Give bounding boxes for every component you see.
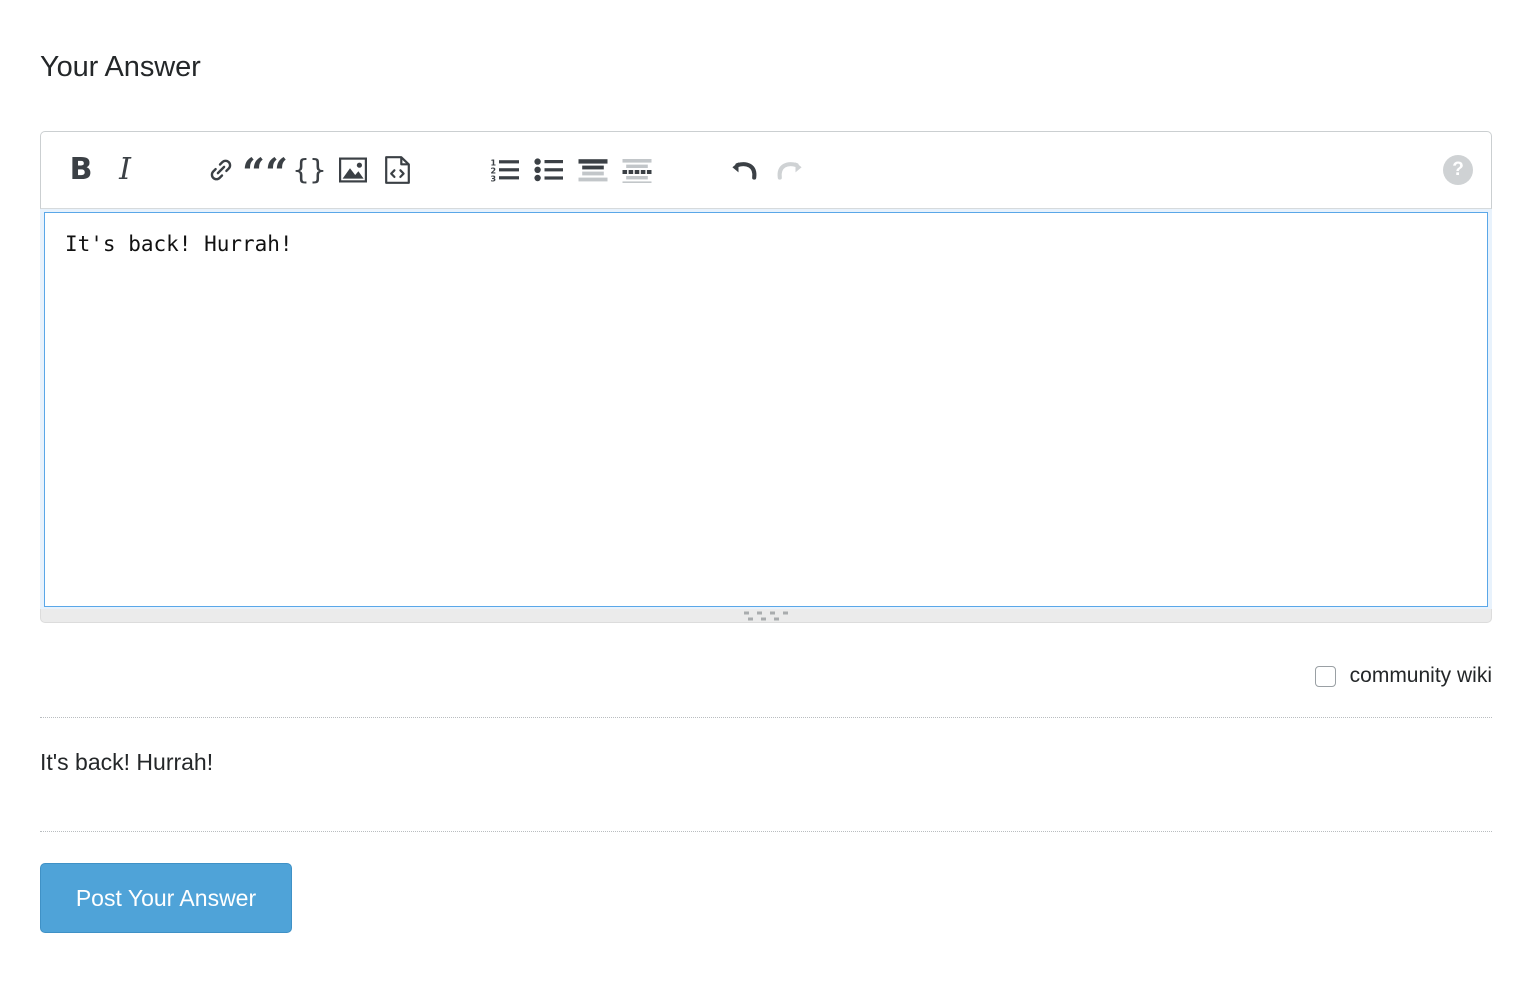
toolbar-group-text-style: B I bbox=[59, 148, 147, 192]
blockquote-icon[interactable]: ““ bbox=[242, 148, 288, 194]
heading-icon[interactable] bbox=[571, 148, 615, 192]
toolbar-group-insert: ““ {} bbox=[199, 148, 419, 194]
resize-grip-icon bbox=[744, 611, 788, 620]
editor-toolbar: B I ““ {} 1 2 3 ? bbox=[40, 131, 1492, 209]
community-wiki-checkbox[interactable] bbox=[1314, 665, 1336, 687]
italic-glyph: I bbox=[119, 152, 131, 187]
redo-icon[interactable] bbox=[767, 148, 811, 192]
answer-editor-page: Your Answer B I ““ {} 1 2 3 ? It's back!… bbox=[0, 0, 1524, 982]
horizontal-rule-icon[interactable] bbox=[615, 148, 659, 192]
bold-icon[interactable]: B bbox=[59, 148, 103, 192]
preview-paragraph: It's back! Hurrah! bbox=[40, 749, 214, 775]
help-glyph: ? bbox=[1452, 159, 1464, 180]
code-block-icon[interactable]: {} bbox=[287, 148, 331, 192]
editor-focus-ring bbox=[40, 208, 1492, 611]
markdown-editor: B I ““ {} 1 2 3 ? It's back! Hurrah! bbox=[40, 131, 1492, 623]
link-icon[interactable] bbox=[199, 148, 243, 192]
numbered-list-icon[interactable]: 1 2 3 bbox=[483, 148, 527, 192]
community-wiki-row: community wiki bbox=[40, 664, 1492, 688]
italic-icon[interactable]: I bbox=[103, 148, 147, 192]
image-icon[interactable] bbox=[331, 148, 375, 192]
page-title: Your Answer bbox=[40, 51, 201, 83]
bold-glyph: B bbox=[69, 152, 93, 187]
answer-preview: It's back! Hurrah! bbox=[40, 717, 1492, 832]
code-block-glyph: {} bbox=[292, 153, 327, 186]
toolbar-group-block: 1 2 3 bbox=[483, 148, 659, 192]
svg-text:3: 3 bbox=[491, 174, 497, 183]
answer-textarea[interactable] bbox=[44, 212, 1488, 607]
toolbar-group-history bbox=[723, 148, 811, 192]
undo-icon[interactable] bbox=[723, 148, 767, 192]
bulleted-list-icon[interactable] bbox=[527, 148, 571, 192]
community-wiki-label[interactable]: community wiki bbox=[1350, 664, 1492, 688]
post-your-answer-button[interactable]: Post Your Answer bbox=[40, 863, 292, 933]
html-snippet-icon[interactable] bbox=[375, 148, 419, 192]
help-icon[interactable]: ? bbox=[1443, 155, 1473, 185]
editor-resize-handle[interactable] bbox=[40, 609, 1492, 623]
